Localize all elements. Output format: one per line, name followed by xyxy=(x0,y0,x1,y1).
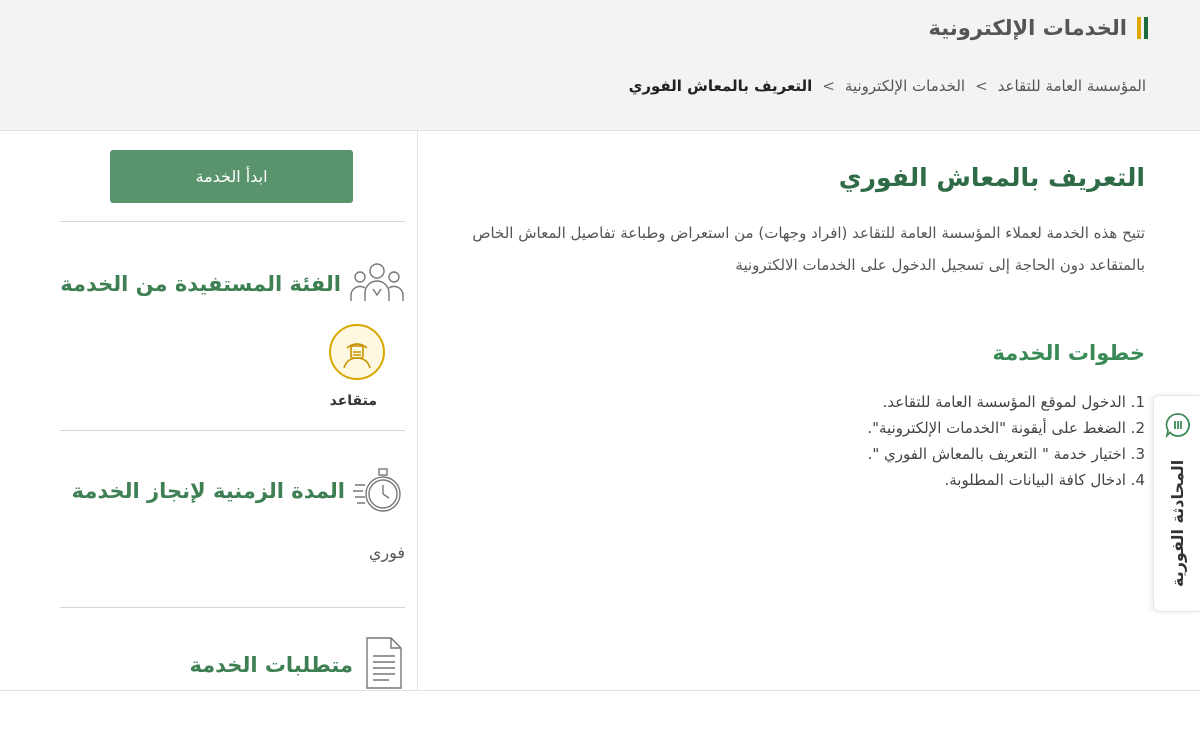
breadcrumb: المؤسسة العامة للتقاعد > الخدمات الإلكتر… xyxy=(629,77,1146,95)
steps-heading: خطوات الخدمة xyxy=(992,341,1145,365)
people-icon xyxy=(349,261,405,307)
sidebar-divider xyxy=(60,221,405,222)
page-header: الخدمات الإلكترونية المؤسسة العامة للتقا… xyxy=(0,0,1200,131)
document-icon xyxy=(361,636,405,694)
duration-section-header: المدة الزمنية لإنجاز الخدمة xyxy=(72,461,405,521)
live-chat-label: المحادثة الفورية xyxy=(1168,459,1187,587)
live-chat-tab[interactable]: المحادثة الفورية xyxy=(1153,395,1200,612)
page-title-text: الخدمات الإلكترونية xyxy=(928,16,1127,40)
breadcrumb-item-eservices[interactable]: الخدمات الإلكترونية xyxy=(845,77,965,95)
breadcrumb-separator: > xyxy=(975,77,988,95)
retiree-icon xyxy=(329,324,385,380)
duration-title: المدة الزمنية لإنجاز الخدمة xyxy=(71,479,345,503)
step-item: 3. اختيار خدمة " التعريف بالمعاش الفوري … xyxy=(867,445,1145,463)
duration-value: فوري xyxy=(368,543,405,562)
step-item: 2. الضغط على أيقونة "الخدمات الإلكترونية… xyxy=(867,419,1145,437)
beneficiary-label: متقاعد xyxy=(329,393,377,409)
step-item: 1. الدخول لموقع المؤسسة العامة للتقاعد. xyxy=(882,393,1145,411)
content-bottom-border xyxy=(0,690,1200,691)
requirements-title: متطلبات الخدمة xyxy=(189,653,353,677)
beneficiary-title: الفئة المستفيدة من الخدمة xyxy=(60,272,341,296)
title-accent-icon xyxy=(1137,17,1148,39)
beneficiary-section-header: الفئة المستفيدة من الخدمة xyxy=(60,261,405,307)
service-description: تتيح هذه الخدمة لعملاء المؤسسة العامة لل… xyxy=(472,224,1145,274)
requirements-section-header: متطلبات الخدمة xyxy=(189,636,405,694)
start-service-button[interactable]: ابدأ الخدمة xyxy=(110,150,353,203)
page-title: الخدمات الإلكترونية xyxy=(929,16,1148,40)
breadcrumb-separator: > xyxy=(822,77,835,95)
sidebar-divider xyxy=(60,430,405,431)
sidebar-divider xyxy=(60,607,405,608)
service-title: التعريف بالمعاش الفوري xyxy=(838,163,1145,192)
chat-icon xyxy=(1165,412,1191,439)
breadcrumb-item-home[interactable]: المؤسسة العامة للتقاعد xyxy=(998,77,1146,95)
column-divider xyxy=(417,131,418,690)
step-item: 4. ادخال كافة البيانات المطلوبة. xyxy=(944,471,1145,489)
steps-list: 1. الدخول لموقع المؤسسة العامة للتقاعد. … xyxy=(645,389,1145,493)
stopwatch-icon xyxy=(353,461,405,521)
breadcrumb-item-current: التعريف بالمعاش الفوري xyxy=(628,77,813,95)
